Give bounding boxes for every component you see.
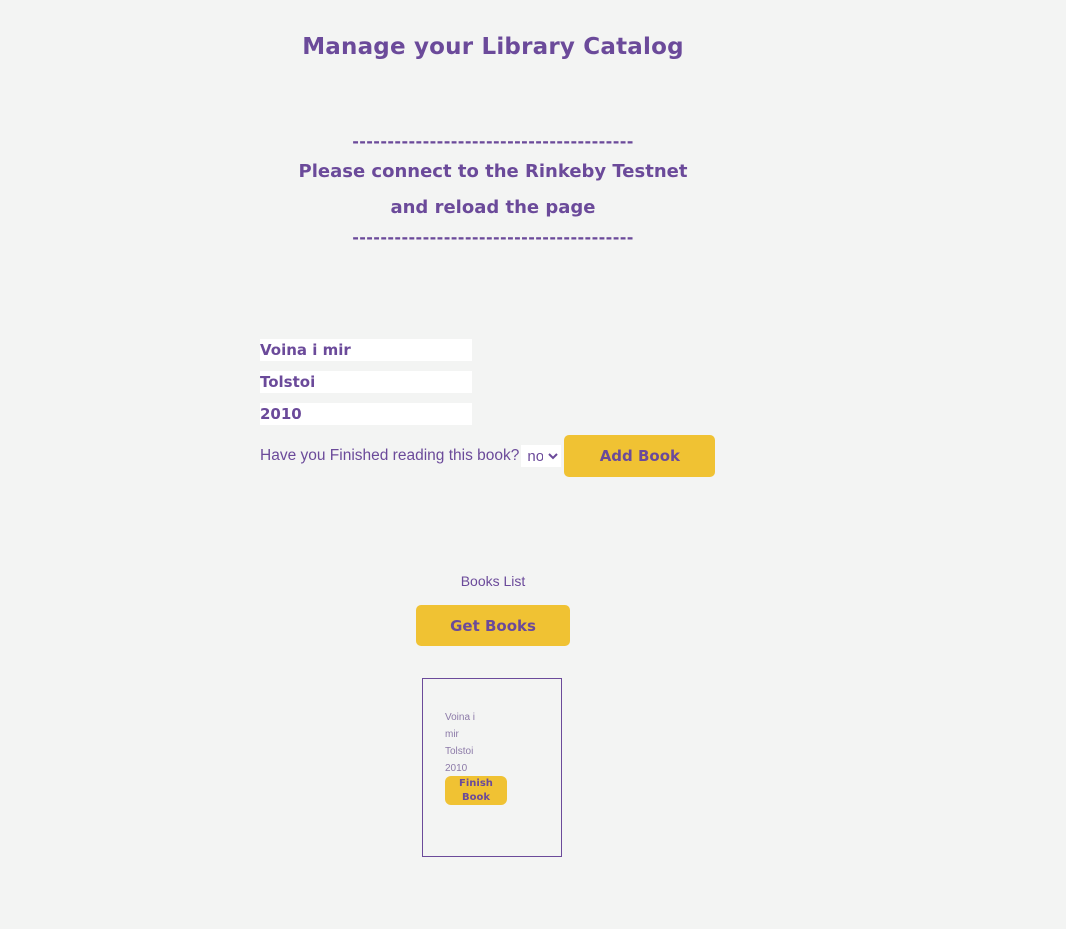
connection-notice: ----------------------------------------…	[0, 130, 986, 250]
book-card-year: 2010	[445, 763, 468, 774]
finished-select[interactable]: no	[521, 445, 562, 467]
add-book-button[interactable]: Add Book	[564, 435, 716, 477]
book-year-input[interactable]	[260, 403, 472, 425]
book-title-input[interactable]	[260, 339, 472, 361]
book-card-title: Voina i mir	[445, 712, 476, 740]
add-book-form: Have you Finished reading this book? no …	[260, 339, 740, 477]
get-books-button[interactable]: Get Books	[416, 605, 570, 646]
finish-book-button[interactable]: Finish Book	[445, 776, 507, 805]
notice-divider-top: ----------------------------------------	[352, 132, 634, 151]
books-list-title: Books List	[460, 573, 526, 589]
book-info: Voina i mir Tolstoi 2010	[445, 709, 485, 777]
book-card-author: Tolstoi	[445, 746, 474, 757]
book-author-input[interactable]	[260, 371, 472, 393]
notice-divider-bottom: ----------------------------------------	[352, 228, 634, 247]
book-card: Voina i mir Tolstoi 2010 Finish Book	[422, 678, 562, 857]
finished-label: Have you Finished reading this book?	[260, 447, 520, 464]
page-title: Manage your Library Catalog	[302, 34, 684, 60]
finished-row: Have you Finished reading this book? no …	[260, 435, 740, 477]
notice-line-2: and reload the page	[390, 197, 596, 218]
notice-line-1: Please connect to the Rinkeby Testnet	[298, 161, 688, 182]
